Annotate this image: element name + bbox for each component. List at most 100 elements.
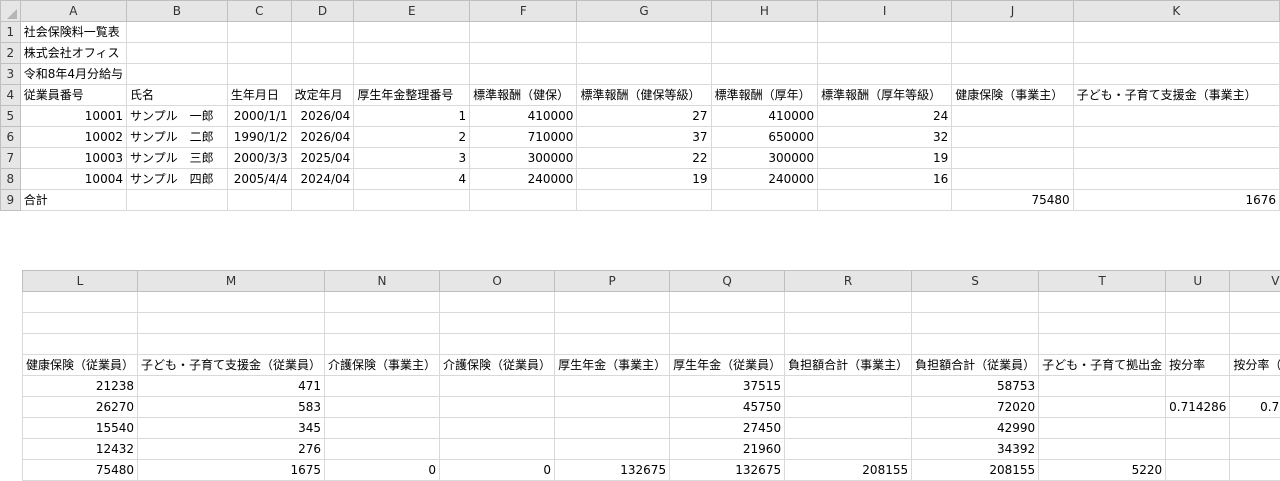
cell-k3[interactable] <box>1073 64 1279 85</box>
cell-c4[interactable]: 生年月日 <box>227 85 291 106</box>
cell-q3[interactable] <box>670 334 785 355</box>
cell-i9[interactable] <box>818 190 952 211</box>
cell-l9[interactable]: 75480 <box>23 460 138 481</box>
column-header-d[interactable]: D <box>291 1 354 22</box>
cell-o1[interactable] <box>440 292 555 313</box>
row-header-3[interactable]: 3 <box>1 64 21 85</box>
cell-b4[interactable]: 氏名 <box>126 85 227 106</box>
row-header-6[interactable]: 6 <box>1 127 21 148</box>
cell-v7[interactable] <box>1230 418 1280 439</box>
cell-q2[interactable] <box>670 313 785 334</box>
cell-i6[interactable]: 32 <box>818 127 952 148</box>
column-header-b[interactable]: B <box>126 1 227 22</box>
cell-s5[interactable]: 58753 <box>912 376 1039 397</box>
cell-m9[interactable]: 1675 <box>138 460 325 481</box>
cell-p6[interactable] <box>555 397 670 418</box>
column-header-t[interactable]: T <box>1039 271 1166 292</box>
cell-i5[interactable]: 24 <box>818 106 952 127</box>
cell-l2[interactable] <box>23 313 138 334</box>
cell-d6[interactable]: 2026/04 <box>291 127 354 148</box>
cell-k7[interactable] <box>1073 148 1279 169</box>
cell-r9[interactable]: 208155 <box>785 460 912 481</box>
cell-d2[interactable] <box>291 43 354 64</box>
cell-s3[interactable] <box>912 334 1039 355</box>
cell-f4[interactable]: 標準報酬（健保） <box>470 85 577 106</box>
cell-v6[interactable]: 0.769231 <box>1230 397 1280 418</box>
cell-u6[interactable]: 0.714286 <box>1166 397 1230 418</box>
cell-a3[interactable]: 令和8年4月分給与 <box>20 64 126 85</box>
cell-m8[interactable]: 276 <box>138 439 325 460</box>
cell-a2[interactable]: 株式会社オフィス <box>20 43 126 64</box>
cell-j5[interactable] <box>952 106 1073 127</box>
cell-p5[interactable] <box>555 376 670 397</box>
column-header-s[interactable]: S <box>912 271 1039 292</box>
cell-g2[interactable] <box>577 43 711 64</box>
cell-v8[interactable] <box>1230 439 1280 460</box>
cell-c6[interactable]: 1990/1/2 <box>227 127 291 148</box>
cell-h3[interactable] <box>711 64 818 85</box>
cell-e1[interactable] <box>354 22 470 43</box>
cell-n7[interactable] <box>325 418 440 439</box>
column-header-m[interactable]: M <box>138 271 325 292</box>
cell-r5[interactable] <box>785 376 912 397</box>
cell-e3[interactable] <box>354 64 470 85</box>
cell-g8[interactable]: 19 <box>577 169 711 190</box>
column-header-f[interactable]: F <box>470 1 577 22</box>
row-header-5[interactable]: 5 <box>1 106 21 127</box>
cell-q4[interactable]: 厚生年金（従業員） <box>670 355 785 376</box>
cell-t5[interactable] <box>1039 376 1166 397</box>
cell-t4[interactable]: 子ども・子育て拠出金 <box>1039 355 1166 376</box>
cell-h1[interactable] <box>711 22 818 43</box>
cell-e8[interactable]: 4 <box>354 169 470 190</box>
column-header-u[interactable]: U <box>1166 271 1230 292</box>
cell-o7[interactable] <box>440 418 555 439</box>
cell-h2[interactable] <box>711 43 818 64</box>
cell-j6[interactable] <box>952 127 1073 148</box>
cell-b3[interactable] <box>126 64 227 85</box>
cell-r6[interactable] <box>785 397 912 418</box>
cell-m1[interactable] <box>138 292 325 313</box>
cell-o2[interactable] <box>440 313 555 334</box>
cell-u2[interactable] <box>1166 313 1230 334</box>
cell-s2[interactable] <box>912 313 1039 334</box>
cell-o5[interactable] <box>440 376 555 397</box>
cell-g3[interactable] <box>577 64 711 85</box>
cell-k8[interactable] <box>1073 169 1279 190</box>
cell-b2[interactable] <box>126 43 227 64</box>
cell-a9[interactable]: 合計 <box>20 190 126 211</box>
cell-j3[interactable] <box>952 64 1073 85</box>
cell-c9[interactable] <box>227 190 291 211</box>
cell-h9[interactable] <box>711 190 818 211</box>
cell-h8[interactable]: 240000 <box>711 169 818 190</box>
cell-f5[interactable]: 410000 <box>470 106 577 127</box>
cell-a5[interactable]: 10001 <box>20 106 126 127</box>
cell-e6[interactable]: 2 <box>354 127 470 148</box>
cell-b5[interactable]: サンプル 一郎 <box>126 106 227 127</box>
cell-l5[interactable]: 21238 <box>23 376 138 397</box>
cell-h5[interactable]: 410000 <box>711 106 818 127</box>
cell-j2[interactable] <box>952 43 1073 64</box>
cell-k4[interactable]: 子ども・子育て支援金（事業主） <box>1073 85 1279 106</box>
cell-d4[interactable]: 改定年月 <box>291 85 354 106</box>
cell-g9[interactable] <box>577 190 711 211</box>
cell-c1[interactable] <box>227 22 291 43</box>
cell-f9[interactable] <box>470 190 577 211</box>
cell-h4[interactable]: 標準報酬（厚年） <box>711 85 818 106</box>
cell-m2[interactable] <box>138 313 325 334</box>
cell-r3[interactable] <box>785 334 912 355</box>
column-header-h[interactable]: H <box>711 1 818 22</box>
cell-c5[interactable]: 2000/1/1 <box>227 106 291 127</box>
cell-h7[interactable]: 300000 <box>711 148 818 169</box>
cell-d9[interactable] <box>291 190 354 211</box>
column-header-n[interactable]: N <box>325 271 440 292</box>
cell-v9[interactable] <box>1230 460 1280 481</box>
cell-v5[interactable] <box>1230 376 1280 397</box>
cell-u4[interactable]: 按分率 <box>1166 355 1230 376</box>
cell-l1[interactable] <box>23 292 138 313</box>
cell-t6[interactable] <box>1039 397 1166 418</box>
cell-i1[interactable] <box>818 22 952 43</box>
cell-p2[interactable] <box>555 313 670 334</box>
row-header-4[interactable]: 4 <box>1 85 21 106</box>
column-header-o[interactable]: O <box>440 271 555 292</box>
cell-k5[interactable] <box>1073 106 1279 127</box>
